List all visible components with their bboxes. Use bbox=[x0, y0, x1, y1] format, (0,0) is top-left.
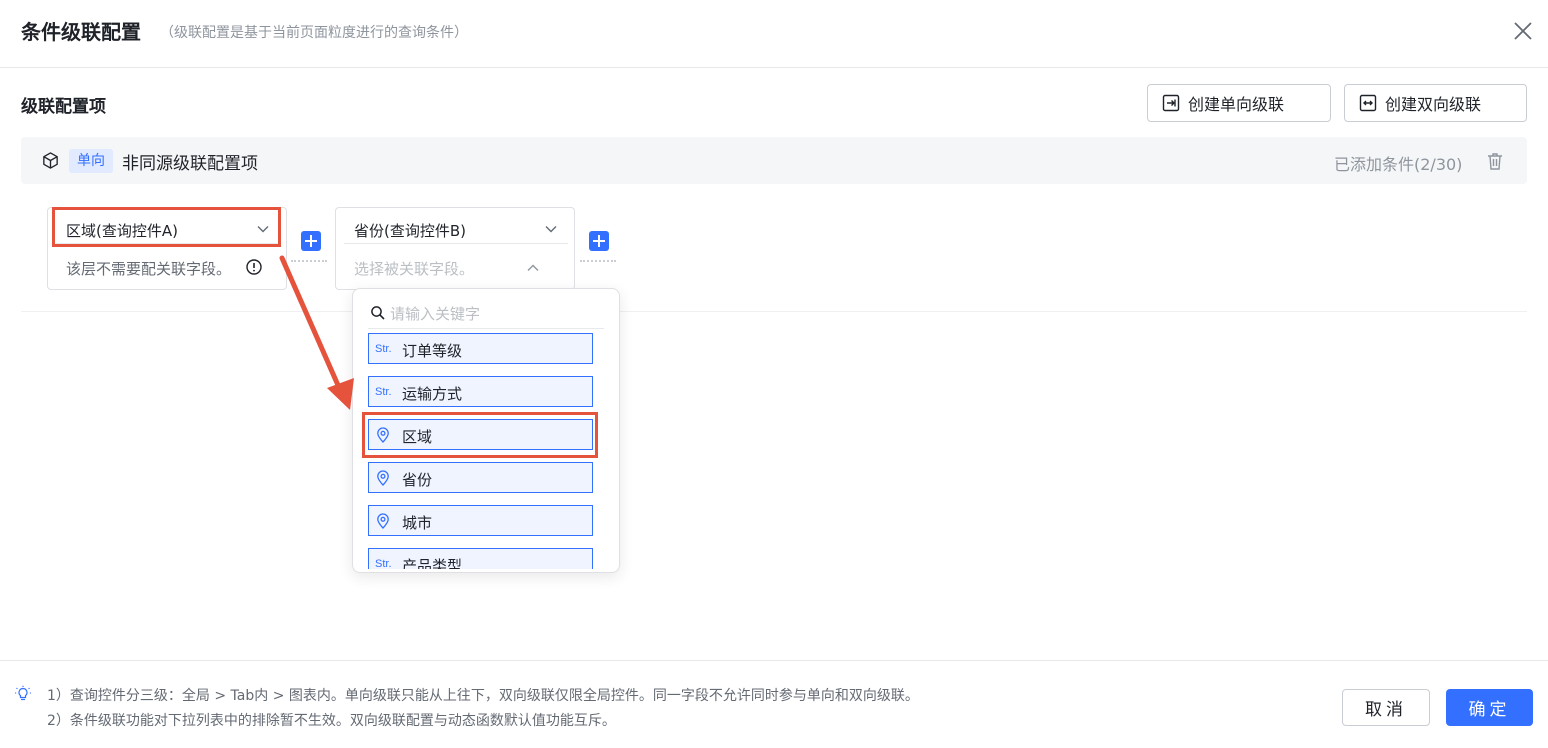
field-option-label: 订单等级 bbox=[402, 342, 463, 360]
connector-line bbox=[291, 260, 327, 262]
modal-header: 条件级联配置 （级联配置是基于当前页面粒度进行的查询条件） bbox=[0, 0, 1548, 68]
annotation-highlight-box bbox=[52, 207, 281, 247]
cascade-config-item[interactable]: 单向 非同源级联配置项 已添加条件(2/30) bbox=[21, 137, 1527, 184]
field-option[interactable]: 城市 bbox=[368, 505, 593, 536]
location-pin-icon bbox=[377, 513, 389, 529]
location-pin-icon bbox=[377, 470, 389, 486]
modal-title: 条件级联配置 bbox=[21, 20, 141, 44]
close-icon bbox=[1514, 22, 1532, 40]
add-condition-button[interactable] bbox=[301, 231, 321, 251]
associated-field-select[interactable]: 选择被关联字段。 bbox=[354, 258, 474, 279]
field-option-label: 运输方式 bbox=[402, 385, 463, 403]
field-option[interactable]: Str. 产品类型 bbox=[368, 548, 593, 569]
string-type-icon: Str. bbox=[375, 558, 392, 569]
create-two-way-label: 创建双向级联 bbox=[1385, 95, 1482, 114]
section-title: 级联配置项 bbox=[21, 97, 106, 117]
modal-footer: 1）查询控件分三级：全局 > Tab内 > 图表内。单向级联只能从上往下，双向级… bbox=[0, 660, 1548, 748]
direction-tag: 单向 bbox=[69, 149, 113, 173]
chevron-up-icon[interactable] bbox=[526, 261, 540, 275]
control-a-hint: 该层不需要配关联字段。 bbox=[66, 260, 232, 278]
info-icon[interactable] bbox=[245, 258, 263, 276]
search-input[interactable] bbox=[390, 303, 600, 325]
trash-icon[interactable] bbox=[1485, 151, 1505, 171]
cube-icon bbox=[43, 152, 58, 169]
chevron-down-icon bbox=[545, 226, 557, 233]
field-option-label: 省份 bbox=[402, 471, 433, 489]
string-type-icon: Str. bbox=[375, 386, 392, 398]
confirm-button[interactable]: 确定 bbox=[1446, 689, 1533, 726]
search-icon bbox=[371, 306, 385, 320]
query-control-card-b: 省份(查询控件B) 选择被关联字段。 bbox=[335, 207, 575, 290]
add-condition-button[interactable] bbox=[589, 231, 609, 251]
connector-line bbox=[580, 260, 616, 262]
footer-note-1: 1）查询控件分三级：全局 > Tab内 > 图表内。单向级联只能从上往下，双向级… bbox=[47, 688, 919, 704]
create-one-way-cascade-button[interactable]: 创建单向级联 bbox=[1147, 84, 1331, 122]
dropdown-search bbox=[368, 299, 604, 329]
annotation-highlight-box bbox=[362, 412, 598, 458]
cancel-button[interactable]: 取消 bbox=[1342, 689, 1430, 726]
footer-note-2: 2）条件级联功能对下拉列表中的排除暂不生效。双向级联配置与动态函数默认值功能互斥… bbox=[47, 713, 616, 729]
divider bbox=[21, 311, 1527, 312]
control-b-select[interactable]: 省份(查询控件B) bbox=[344, 212, 568, 244]
field-option-label: 城市 bbox=[402, 514, 433, 532]
control-b-select-value: 省份(查询控件B) bbox=[354, 222, 466, 240]
field-option[interactable]: 省份 bbox=[368, 462, 593, 493]
added-condition-count: 已添加条件(2/30) bbox=[1334, 155, 1463, 174]
field-option[interactable]: Str. 订单等级 bbox=[368, 333, 593, 364]
two-way-arrow-icon bbox=[1359, 94, 1377, 112]
field-option-label: 产品类型 bbox=[402, 557, 463, 569]
close-button[interactable] bbox=[1510, 18, 1536, 44]
string-type-icon: Str. bbox=[375, 343, 392, 355]
lightbulb-icon bbox=[15, 685, 31, 701]
create-two-way-cascade-button[interactable]: 创建双向级联 bbox=[1344, 84, 1527, 122]
one-way-arrow-icon bbox=[1162, 94, 1180, 112]
create-one-way-label: 创建单向级联 bbox=[1188, 95, 1285, 114]
modal-subtitle: （级联配置是基于当前页面粒度进行的查询条件） bbox=[160, 25, 468, 41]
config-item-name: 非同源级联配置项 bbox=[122, 154, 258, 174]
field-option[interactable]: Str. 运输方式 bbox=[368, 376, 593, 407]
